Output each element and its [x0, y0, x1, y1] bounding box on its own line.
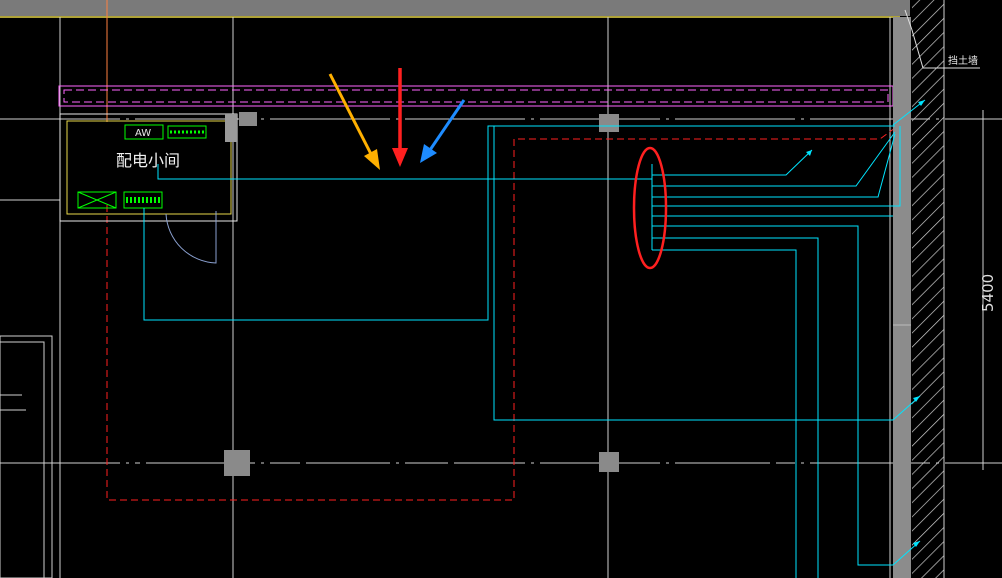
right-wall-column: [893, 17, 911, 578]
retaining-wall-hatch: [912, 0, 944, 578]
dimension-text: 5400: [979, 274, 997, 312]
column-top-mid: [599, 114, 619, 132]
room-wall-column-right: [225, 114, 237, 142]
column-bottom-left: [224, 450, 250, 476]
retaining-wall-label: 挡土墙: [948, 54, 978, 67]
room-name: 配电小间: [116, 151, 180, 170]
cad-drawing-canvas: 5400 挡土墙 AW 配电小间: [0, 0, 1002, 578]
panel-aw-label: AW: [135, 128, 151, 139]
top-wall-band: [0, 0, 910, 16]
column-top-left: [239, 112, 257, 126]
drawing-background: [0, 0, 1002, 578]
column-bottom-mid: [599, 452, 619, 472]
